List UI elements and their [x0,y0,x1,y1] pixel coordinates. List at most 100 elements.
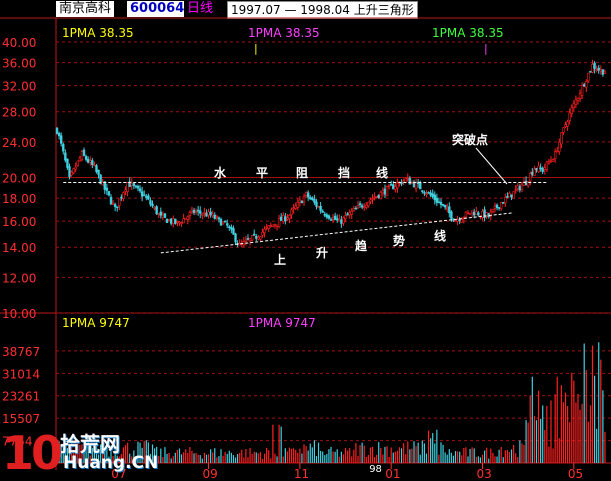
candle-body [423,191,426,194]
candle-body [292,207,295,210]
candle-body [178,221,181,224]
candle-body [566,121,569,127]
candle-body [151,203,154,207]
candle-body [255,236,258,239]
candle-body [443,204,447,208]
candle-body [296,201,299,208]
x-tick-label: 09 [203,467,218,481]
candle-body [157,213,160,215]
year-marker: 98 [369,464,382,475]
candle-body [506,196,509,198]
candle-body [342,217,345,224]
candle-body [163,213,167,218]
candle-body [556,150,559,153]
candle-body [201,214,204,216]
candle-body [113,204,117,207]
candle-body [145,196,148,198]
candle-body [439,201,443,206]
breakout-label: 突破点 [452,132,488,147]
candle-body [583,84,586,87]
candle-body [589,71,592,73]
candle-body [504,197,507,204]
candle-body [306,192,310,198]
candle-body [257,237,260,240]
candle-body [354,207,358,210]
candle-body [593,62,596,69]
resistance-label-char: 挡 [338,165,350,180]
candle-body [76,160,79,166]
candle-body [394,186,397,190]
candle-body [427,191,430,194]
candle-body [568,112,571,121]
candle-body [433,194,436,201]
price-tick-label: 28.00 [2,106,36,120]
candle-body [244,239,248,242]
candle-body [221,221,225,225]
x-tick-label: 01 [385,467,400,481]
candle-body [290,209,293,215]
candle-body [464,211,468,218]
candle-body [188,212,192,216]
candle-body [358,203,362,206]
candle-body [591,64,594,73]
candle-body [547,161,551,164]
price-volume-chart: 40.00 36.00 32.00 28.00 24.00 20.00 18.00 16.00… [0,17,611,481]
candle-body [180,222,183,225]
volume-tick-label: 38767 [2,345,40,359]
candle-body [497,207,501,209]
candle-body [381,190,385,194]
candle-body [203,212,206,214]
price-ma-label: 1PMA 38.35 [432,26,504,40]
candle-body [456,219,459,222]
support-label-char: 势 [393,233,405,248]
candle-body [263,228,266,233]
candle-body [477,212,480,216]
candle-body [124,189,127,192]
candle-body [132,183,136,186]
candle-body [450,211,453,219]
candle-body [454,220,457,223]
candle-body [319,205,322,211]
candle-body [284,216,287,222]
x-tick-label: 05 [568,467,583,481]
candle-body [414,182,418,190]
candle-body [294,205,297,209]
candle-body [558,141,561,152]
candle-body [512,191,515,199]
candle-body [134,185,138,188]
candle-body [327,215,331,219]
candle-body [570,107,573,114]
candle-body [250,235,254,241]
candle-body [217,217,221,220]
candle-body [344,215,347,220]
support-label-char: 升 [316,245,328,260]
candle-body [377,194,380,199]
candle-body [80,151,84,161]
price-tick-label: 18.00 [2,192,36,206]
candle-body [518,186,522,191]
candle-body [336,218,339,221]
volume-tick-label: 31014 [2,367,40,381]
candle-body [392,184,395,190]
candle-body [186,216,189,220]
candle-body [502,202,505,204]
candle-body [95,165,98,172]
candle-body [508,192,511,198]
candle-body [57,133,61,137]
candle-body [441,203,445,206]
candle-body [298,199,302,203]
resistance-label-char: 阻 [296,165,308,180]
candle-body [562,127,565,133]
candle-body [329,219,333,221]
price-tick-label: 40.00 [2,36,36,50]
candle-body [404,178,407,183]
candle-body [352,208,356,211]
candle-body [350,210,353,215]
resistance-label-char: 平 [256,166,268,180]
candle-body [373,196,376,199]
candle-body [275,224,279,227]
candle-body [138,188,142,192]
price-tick-label: 10.00 [2,307,36,321]
support-label-char: 线 [434,228,446,243]
candle-body [126,182,129,192]
